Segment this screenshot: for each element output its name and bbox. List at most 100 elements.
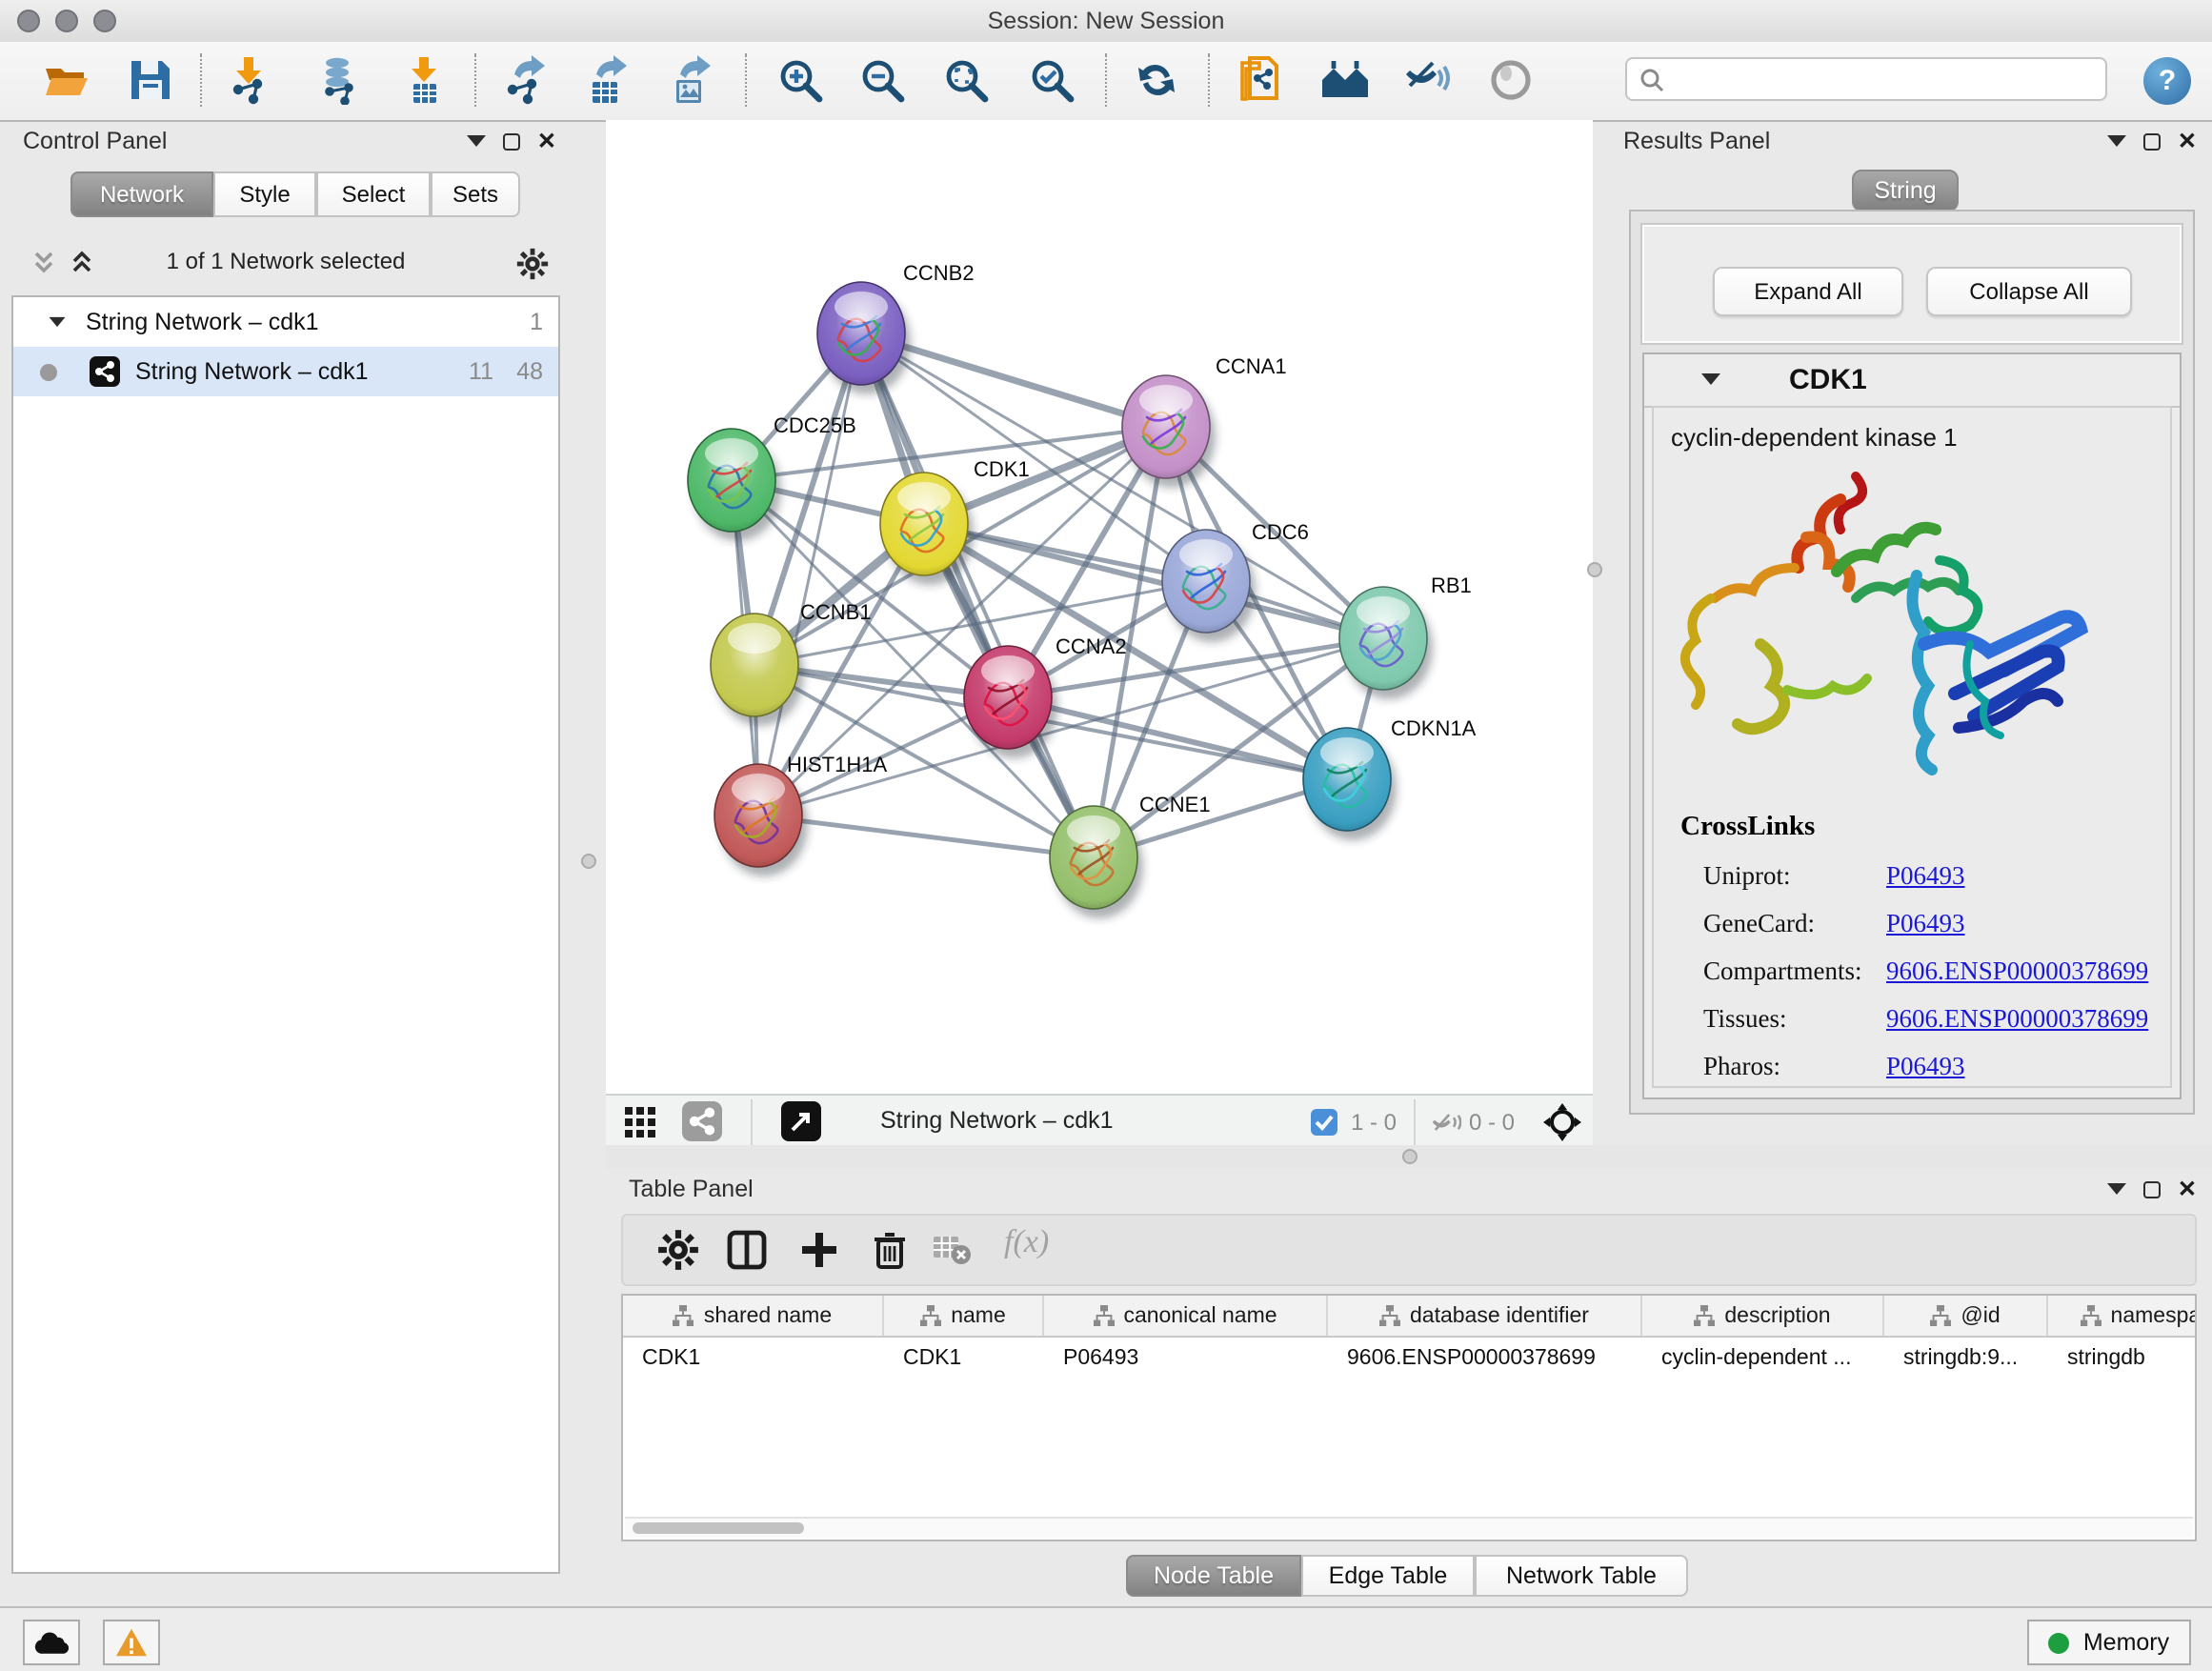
tab-select[interactable]: Select — [316, 171, 431, 217]
close-panel-icon[interactable]: ✕ — [2178, 131, 2197, 151]
column-header-namespace[interactable]: namespace — [2048, 1296, 2197, 1336]
network-row-selected[interactable]: String Network – cdk1 11 48 — [13, 347, 558, 396]
show-columns-icon[interactable] — [726, 1229, 768, 1271]
memory-button[interactable]: Memory — [2027, 1620, 2191, 1665]
birds-eye-view-icon[interactable] — [781, 1101, 821, 1141]
scrollbar-thumb[interactable] — [633, 1522, 804, 1534]
collapse-panel-icon[interactable] — [2107, 135, 2126, 147]
table-settings-gear-icon[interactable] — [657, 1229, 699, 1271]
node-HIST1H1A[interactable]: HIST1H1A — [714, 753, 887, 876]
crosslink-link[interactable]: 9606.ENSP00000378699 — [1886, 956, 2148, 987]
zoom-out-icon[interactable] — [857, 55, 907, 105]
close-panel-icon[interactable]: ✕ — [2178, 1179, 2197, 1198]
table-horizontal-scrollbar[interactable] — [625, 1517, 2193, 1538]
navigator-crosshair-icon[interactable] — [1543, 1103, 1581, 1141]
crosslink-link[interactable]: P06493 — [1886, 861, 1965, 892]
node-CDK1[interactable]: CDK1 — [880, 457, 1030, 585]
open-session-icon[interactable] — [42, 55, 91, 105]
cloud-button[interactable] — [23, 1620, 80, 1665]
crosslink-link[interactable]: P06493 — [1886, 909, 1965, 939]
hide-panel-icon[interactable] — [1402, 55, 1452, 105]
column-header-description[interactable]: description — [1642, 1296, 1884, 1336]
collapse-all-button[interactable]: Collapse All — [1926, 267, 2132, 316]
export-network-icon[interactable] — [499, 55, 549, 105]
edge-HIST1H1A-CCNE1[interactable] — [758, 815, 1094, 857]
tab-sets[interactable]: Sets — [431, 171, 520, 217]
tab-network-table[interactable]: Network Table — [1475, 1555, 1688, 1597]
crosslink-link[interactable]: P06493 — [1886, 1052, 1965, 1082]
bottom-splitter-handle[interactable] — [1402, 1149, 1418, 1164]
refresh-icon[interactable] — [1132, 55, 1181, 105]
column-header-shared-name[interactable]: shared name — [623, 1296, 884, 1336]
float-panel-icon[interactable] — [2143, 1180, 2161, 1198]
toolbar-divider — [745, 53, 747, 107]
string-home-icon[interactable] — [1320, 55, 1370, 105]
minimize-window-button[interactable] — [55, 10, 78, 32]
zoom-window-button[interactable] — [93, 10, 116, 32]
table-cell[interactable]: cyclin-dependent ... — [1642, 1338, 1884, 1379]
control-panel: Control Panel ✕ Network Style Select Set… — [0, 120, 572, 1610]
show-panel-icon[interactable] — [1486, 55, 1536, 105]
column-header-canonical-name[interactable]: canonical name — [1044, 1296, 1328, 1336]
node-CCNA2[interactable]: CCNA2 — [964, 634, 1127, 758]
export-table-icon[interactable] — [581, 55, 631, 105]
float-panel-icon[interactable] — [2143, 132, 2161, 150]
save-session-icon[interactable] — [126, 55, 175, 105]
table-cell[interactable]: CDK1 — [884, 1338, 1044, 1379]
tab-network[interactable]: Network — [70, 171, 213, 217]
expand-collection-icon[interactable] — [50, 317, 66, 327]
gene-section-header[interactable]: CDK1 — [1644, 354, 2180, 408]
zoom-selected-icon[interactable] — [1027, 55, 1076, 105]
edge-CCNB2-HIST1H1A[interactable] — [758, 333, 861, 815]
network-collection-row[interactable]: String Network – cdk1 1 — [13, 297, 558, 347]
import-table-icon[interactable] — [400, 55, 450, 105]
node-CDKN1A[interactable]: CDKN1A — [1303, 716, 1477, 840]
tab-node-table[interactable]: Node Table — [1126, 1555, 1301, 1597]
table-cell[interactable]: CDK1 — [623, 1338, 884, 1379]
delete-table-icon[interactable] — [934, 1235, 972, 1265]
table-row[interactable]: CDK1CDK1P064939606.ENSP00000378699cyclin… — [623, 1338, 2195, 1379]
tab-style[interactable]: Style — [213, 171, 316, 217]
collapse-panel-icon[interactable] — [467, 135, 486, 147]
column-header--id[interactable]: @id — [1884, 1296, 2048, 1336]
delete-column-trash-icon[interactable] — [869, 1229, 911, 1271]
table-cell[interactable]: P06493 — [1044, 1338, 1328, 1379]
close-panel-icon[interactable]: ✕ — [537, 131, 556, 151]
collapse-panel-icon[interactable] — [2107, 1183, 2126, 1195]
node-RB1[interactable]: RB1 — [1339, 574, 1472, 699]
node-CCNB2[interactable]: CCNB2 — [817, 261, 975, 394]
warnings-button[interactable] — [103, 1620, 160, 1665]
left-splitter-handle[interactable] — [581, 854, 596, 869]
selected-checkbox-icon[interactable] — [1311, 1109, 1337, 1136]
grid-view-icon[interactable] — [623, 1101, 661, 1139]
table-cell[interactable]: 9606.ENSP00000378699 — [1328, 1338, 1642, 1379]
zoom-in-icon[interactable] — [775, 55, 825, 105]
add-column-icon[interactable] — [798, 1229, 840, 1271]
column-header-database-identifier[interactable]: database identifier — [1328, 1296, 1642, 1336]
edge-CCNB2-CCNE1[interactable] — [861, 333, 1094, 857]
export-image-icon[interactable] — [665, 55, 714, 105]
table-cell[interactable]: stringdb:9... — [1884, 1338, 2048, 1379]
gear-icon[interactable] — [516, 248, 549, 280]
column-header-label: database identifier — [1410, 1304, 1589, 1327]
tab-edge-table[interactable]: Edge Table — [1301, 1555, 1475, 1597]
collapse-gene-icon[interactable] — [1701, 373, 1720, 385]
share-document-icon[interactable] — [1235, 55, 1284, 105]
node-CCNA1[interactable]: CCNA1 — [1122, 354, 1287, 488]
close-window-button[interactable] — [17, 10, 40, 32]
network-canvas[interactable]: CCNB2CCNA1CDC25BCDK1CDC6RB1CCNB1CCNA2CDK… — [606, 120, 1593, 1094]
search-input[interactable] — [1625, 57, 2107, 101]
expand-all-button[interactable]: Expand All — [1713, 267, 1903, 316]
import-database-icon[interactable] — [314, 55, 364, 105]
node-CCNE1[interactable]: CCNE1 — [1050, 793, 1211, 918]
table-cell[interactable]: stringdb — [2048, 1338, 2197, 1379]
column-header-name[interactable]: name — [884, 1296, 1044, 1336]
import-network-icon[interactable] — [225, 55, 274, 105]
crosslink-link[interactable]: 9606.ENSP00000378699 — [1886, 1004, 2148, 1035]
float-panel-icon[interactable] — [503, 132, 520, 150]
string-view-icon[interactable] — [682, 1101, 722, 1141]
zoom-fit-icon[interactable] — [941, 55, 991, 105]
tab-string[interactable]: String — [1852, 170, 1959, 211]
function-builder-icon[interactable]: f(x) — [1004, 1223, 1049, 1261]
help-button[interactable]: ? — [2143, 57, 2191, 105]
